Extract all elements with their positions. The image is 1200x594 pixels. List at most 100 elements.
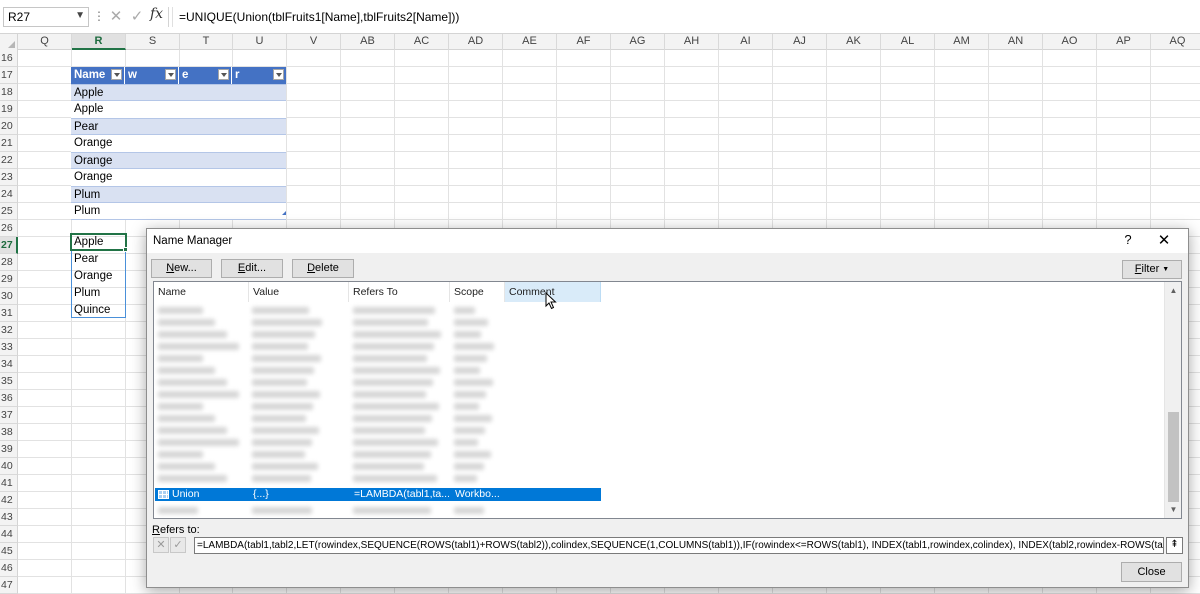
column-header-aq[interactable]: AQ [1151,34,1200,50]
list-item-redacted[interactable] [154,388,594,400]
column-header-an[interactable]: AN [989,34,1043,50]
row-header-27[interactable]: 27 [0,237,18,254]
filter-dropdown-icon[interactable] [273,69,284,80]
edit-button[interactable]: Edit... [221,259,283,278]
row-header-26[interactable]: 26 [0,220,18,237]
column-header-s[interactable]: S [126,34,180,50]
row-header-23[interactable]: 23 [0,169,18,186]
column-header-ah[interactable]: AH [665,34,719,50]
filter-dropdown-icon[interactable] [218,69,229,80]
list-item-redacted[interactable] [154,400,594,412]
column-header-aj[interactable]: AJ [773,34,827,50]
column-header-q[interactable]: Q [18,34,72,50]
row-header-24[interactable]: 24 [0,186,18,203]
row-header-17[interactable]: 17 [0,67,18,84]
column-header-ai[interactable]: AI [719,34,773,50]
scroll-thumb[interactable] [1168,412,1179,502]
table-resize-handle[interactable] [282,211,286,215]
column-header-r[interactable]: R [72,34,126,50]
table-row[interactable]: Apple [71,101,286,118]
row-header-19[interactable]: 19 [0,101,18,118]
column-header-ao[interactable]: AO [1043,34,1097,50]
row-header-34[interactable]: 34 [0,356,18,373]
row-header-20[interactable]: 20 [0,118,18,135]
table-row[interactable]: Orange [71,152,286,169]
row-header-31[interactable]: 31 [0,305,18,322]
table-header-name[interactable]: Name [71,67,125,84]
column-header-v[interactable]: V [287,34,341,50]
row-header-37[interactable]: 37 [0,407,18,424]
row-header-41[interactable]: 41 [0,475,18,492]
fill-handle[interactable] [123,247,128,252]
list-item-redacted[interactable] [154,316,594,328]
column-header-ak[interactable]: AK [827,34,881,50]
column-header-ab[interactable]: AB [341,34,395,50]
row-header-47[interactable]: 47 [0,577,18,594]
chevron-down-icon[interactable]: ▼ [75,10,85,21]
row-header-29[interactable]: 29 [0,271,18,288]
formula-input[interactable]: =UNIQUE(Union(tblFruits1[Name],tblFruits… [172,7,1200,27]
list-item-redacted[interactable] [154,504,594,516]
close-icon[interactable]: ✕ [1154,231,1174,249]
column-header-ac[interactable]: AC [395,34,449,50]
table-row[interactable]: Pear [71,118,286,135]
list-item-redacted[interactable] [154,352,594,364]
name-box[interactable]: R27 ▼ [3,7,89,27]
row-header-33[interactable]: 33 [0,339,18,356]
insert-function-icon[interactable]: fx [150,6,163,22]
list-item-redacted[interactable] [154,376,594,388]
row-header-28[interactable]: 28 [0,254,18,271]
refers-to-input[interactable]: =LAMBDA(tabl1,tabl2,LET(rowindex,SEQUENC… [194,537,1164,554]
column-header-ap[interactable]: AP [1097,34,1151,50]
list-item-redacted[interactable] [154,328,594,340]
column-header-al[interactable]: AL [881,34,935,50]
row-header-36[interactable]: 36 [0,390,18,407]
row-header-46[interactable]: 46 [0,560,18,577]
list-item-redacted[interactable] [154,472,594,484]
column-header-refers-to[interactable]: Refers To [349,282,450,302]
new-button[interactable]: New... [151,259,212,278]
delete-button[interactable]: Delete [292,259,354,278]
row-header-21[interactable]: 21 [0,135,18,152]
list-item-redacted[interactable] [154,436,594,448]
column-header-ad[interactable]: AD [449,34,503,50]
list-item-redacted[interactable] [154,412,594,424]
row-header-42[interactable]: 42 [0,492,18,509]
vertical-scrollbar[interactable]: ▲ ▼ [1164,282,1181,518]
row-header-16[interactable]: 16 [0,50,18,67]
row-header-43[interactable]: 43 [0,509,18,526]
table-row[interactable]: Apple [71,84,286,101]
row-header-44[interactable]: 44 [0,526,18,543]
filter-dropdown-icon[interactable] [165,69,176,80]
column-header-ag[interactable]: AG [611,34,665,50]
list-item-redacted[interactable] [154,304,594,316]
scroll-up-icon[interactable]: ▲ [1165,282,1181,299]
column-header-am[interactable]: AM [935,34,989,50]
table-row[interactable]: Plum [71,186,286,203]
more-options-icon[interactable]: ⋮ [93,9,105,23]
row-header-40[interactable]: 40 [0,458,18,475]
list-item-redacted[interactable] [154,448,594,460]
column-header-t[interactable]: T [180,34,233,50]
enter-icon[interactable]: ✓ [129,7,145,27]
column-header-ae[interactable]: AE [503,34,557,50]
list-item-redacted[interactable] [154,340,594,352]
list-item-redacted[interactable] [154,460,594,472]
collapse-dialog-icon[interactable]: ⇞ [1166,537,1183,554]
cancel-edit-icon[interactable]: ✕ [153,537,169,553]
row-header-30[interactable]: 30 [0,288,18,305]
row-header-22[interactable]: 22 [0,152,18,169]
table-header-r[interactable]: r [232,67,286,84]
column-header-name[interactable]: Name [154,282,249,302]
help-icon[interactable]: ? [1118,232,1138,247]
filter-dropdown-icon[interactable] [111,69,122,80]
row-header-18[interactable]: 18 [0,84,18,101]
table-row[interactable]: Plum [71,203,286,220]
table-header-w[interactable]: w [125,67,179,84]
column-header-scope[interactable]: Scope [450,282,505,302]
scroll-down-icon[interactable]: ▼ [1165,501,1181,518]
table-header-e[interactable]: e [179,67,232,84]
row-header-45[interactable]: 45 [0,543,18,560]
filter-button[interactable]: Filter ▼ [1122,260,1182,279]
row-header-38[interactable]: 38 [0,424,18,441]
